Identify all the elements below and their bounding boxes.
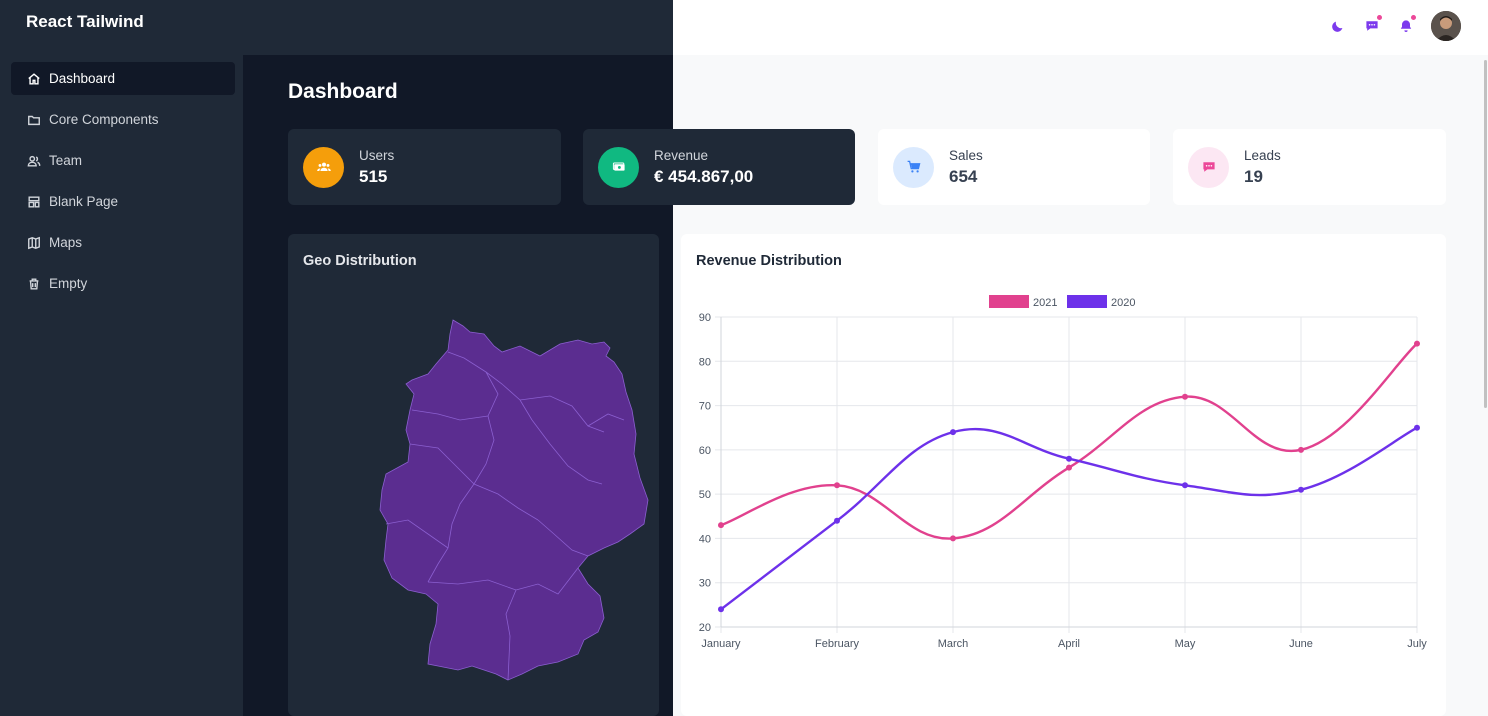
data-point-2021 — [1414, 340, 1420, 347]
data-point-2020 — [718, 606, 724, 613]
x-tick-label: March — [938, 638, 969, 650]
stat-card-revenue: Revenue € 454.867,00 — [583, 129, 855, 205]
revenue-line-chart: 20 30 40 50 60 70 80 90 January February March Apri… — [699, 295, 1427, 650]
sidebar-item-label: Dashboard — [49, 71, 116, 86]
map-icon — [27, 236, 41, 250]
users-icon — [27, 154, 41, 168]
stat-label: Leads — [1244, 147, 1281, 163]
y-tick-label: 90 — [699, 312, 711, 324]
sidebar-item-dashboard[interactable]: Dashboard — [11, 62, 235, 95]
data-point-2021 — [1298, 446, 1304, 453]
sidebar-item-team[interactable]: Team — [11, 144, 235, 177]
home-icon — [27, 72, 41, 86]
data-point-2020 — [950, 429, 956, 436]
sidebar-item-maps[interactable]: Maps — [11, 226, 235, 259]
sidebar-item-empty[interactable]: Empty — [11, 267, 235, 300]
bell-icon[interactable] — [1396, 14, 1417, 36]
page-scrollbar[interactable] — [1484, 60, 1487, 408]
trash-icon — [27, 277, 41, 291]
stat-value: 19 — [1244, 166, 1263, 186]
x-tick-label: April — [1058, 638, 1080, 650]
sidebar-item-blank-page[interactable]: Blank Page — [11, 185, 235, 218]
y-tick-label: 40 — [699, 533, 711, 545]
stat-value: € 454.867,00 — [654, 166, 754, 186]
sidebar-item-label: Team — [49, 153, 83, 168]
x-tick-label: July — [1407, 638, 1427, 650]
y-tick-label: 50 — [699, 489, 711, 501]
stat-label: Revenue — [654, 147, 709, 163]
data-point-2021 — [1066, 464, 1072, 471]
x-tick-label: May — [1175, 638, 1196, 650]
sidebar-item-label: Maps — [49, 235, 83, 250]
chat-icon[interactable] — [1362, 14, 1383, 36]
legend-label: 2021 — [1033, 297, 1057, 309]
germany-map-shape — [379, 319, 649, 681]
avatar[interactable] — [1431, 11, 1461, 41]
stat-card-sales: Sales 654 — [878, 129, 1150, 205]
folder-icon — [27, 113, 41, 127]
sidebar-item-label: Empty — [49, 276, 88, 291]
data-point-2020 — [1414, 424, 1420, 431]
y-tick-label: 80 — [699, 356, 711, 368]
stat-value: 654 — [949, 166, 978, 186]
y-tick-label: 60 — [699, 445, 711, 457]
legend-label: 2020 — [1111, 297, 1135, 309]
sidebar-item-core-components[interactable]: Core Components — [11, 103, 235, 136]
brand-title[interactable]: React Tailwind — [26, 12, 144, 32]
cart-icon — [893, 146, 934, 188]
legend-swatch-2021 — [989, 295, 1029, 308]
geo-distribution-panel: Geo Distribution — [288, 234, 659, 716]
sidebar-item-label: Blank Page — [49, 194, 119, 209]
sidebar-item-label: Core Components — [49, 112, 159, 127]
data-point-2021 — [950, 535, 956, 542]
revenue-distribution-panel: Revenue Distribution 20 30 40 50 60 70 80 90 Jan… — [681, 234, 1446, 716]
page-title: Dashboard — [288, 80, 398, 103]
data-point-2021 — [1182, 393, 1188, 400]
users-group-icon — [303, 146, 344, 188]
x-tick-label: January — [701, 638, 741, 650]
data-point-2020 — [1298, 486, 1304, 493]
stat-card-users: Users 515 — [288, 129, 561, 205]
bell-notification-dot — [1410, 14, 1417, 21]
cash-icon — [598, 146, 639, 188]
chat-bubble-icon — [1188, 146, 1229, 188]
x-tick-label: June — [1289, 638, 1313, 650]
data-point-2021 — [718, 522, 724, 529]
data-point-2020 — [834, 517, 840, 524]
data-point-2020 — [1066, 455, 1072, 462]
stat-card-leads: Leads 19 — [1173, 129, 1446, 205]
data-point-2020 — [1182, 482, 1188, 489]
y-tick-label: 70 — [699, 401, 711, 413]
legend-swatch-2020 — [1067, 295, 1107, 308]
y-tick-label: 20 — [699, 622, 711, 634]
moon-icon[interactable] — [1328, 16, 1348, 36]
data-point-2021 — [834, 482, 840, 489]
x-tick-label: February — [815, 638, 860, 650]
template-icon — [27, 195, 41, 209]
stat-label: Users — [359, 147, 395, 163]
y-tick-label: 30 — [699, 578, 711, 590]
chat-notification-dot — [1376, 14, 1383, 21]
germany-map[interactable] — [288, 234, 659, 716]
stat-label: Sales — [949, 147, 983, 163]
stat-value: 515 — [359, 166, 388, 186]
